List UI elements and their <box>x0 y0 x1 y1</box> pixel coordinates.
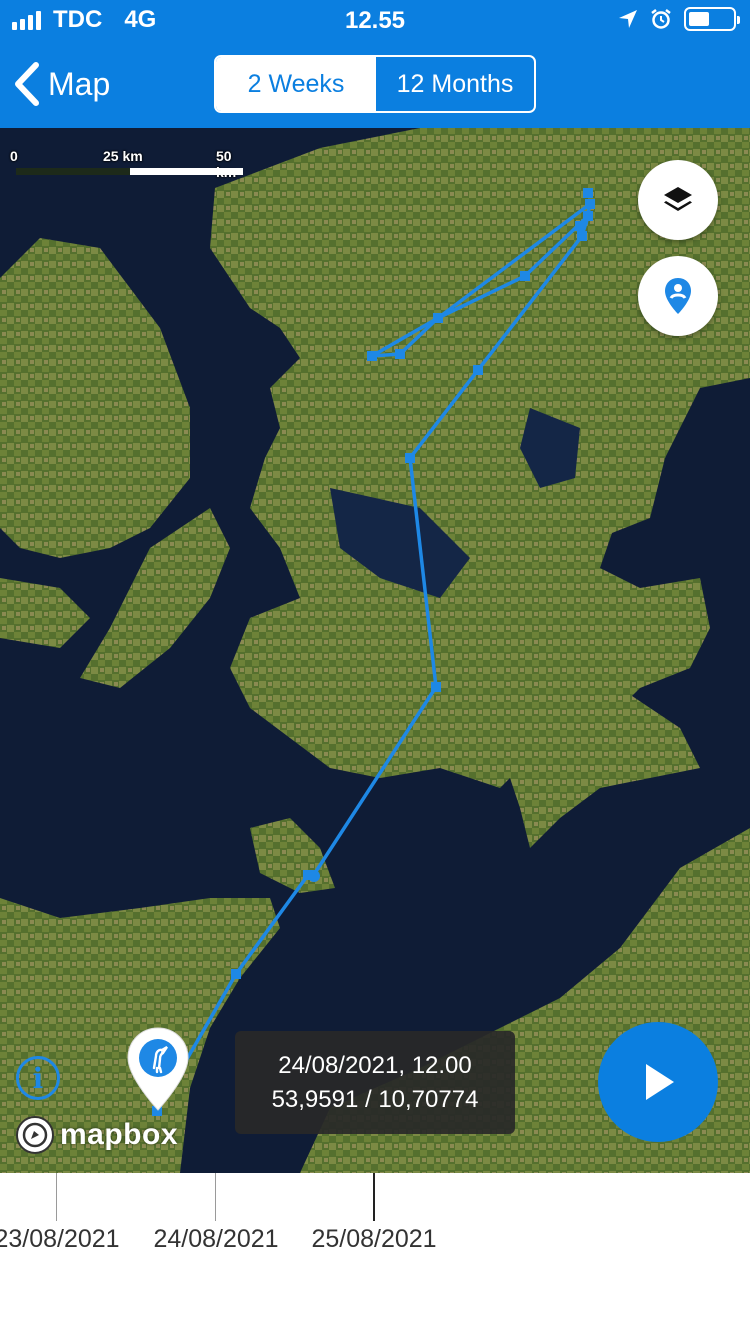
track-route <box>152 188 595 1116</box>
route-point[interactable] <box>520 271 530 281</box>
location-pin-icon <box>665 278 691 314</box>
route-point[interactable] <box>405 453 415 463</box>
tooltip-coordinates: 53,9591 / 10,70774 <box>271 1086 479 1113</box>
route-point[interactable] <box>473 365 483 375</box>
scale-bar-light <box>130 168 243 175</box>
scale-label-max: 50 km <box>216 148 236 180</box>
info-circle-icon: i <box>32 1061 44 1095</box>
alarm-clock-icon <box>651 9 671 29</box>
back-button[interactable]: Map <box>14 58 110 110</box>
chevron-left-icon <box>15 62 39 106</box>
route-point-selected[interactable] <box>308 870 320 882</box>
location-arrow-icon <box>619 10 637 28</box>
back-button-label: Map <box>48 65 111 102</box>
segment-2-weeks[interactable]: 2 Weeks <box>216 57 376 111</box>
scale-bar-dark <box>16 168 130 175</box>
play-icon <box>646 1064 674 1100</box>
route-point[interactable] <box>583 211 593 221</box>
segment-12-months[interactable]: 12 Months <box>376 57 534 111</box>
route-point[interactable] <box>583 188 593 198</box>
locate-bird-button[interactable] <box>638 256 718 336</box>
route-points <box>152 188 595 1116</box>
status-bar: TDC 4G 12.55 <box>0 0 750 40</box>
point-info-tooltip: 24/08/2021, 12.00 53,9591 / 10,70774 <box>235 1031 515 1134</box>
scale-bar: 0 25 km 50 km <box>10 148 252 180</box>
layers-icon <box>664 187 692 211</box>
timeline-date-2: 24/08/2021 <box>153 1225 279 1253</box>
scale-label-zero: 0 <box>10 148 18 164</box>
map-layers-button[interactable] <box>638 160 718 240</box>
route-point[interactable] <box>367 351 377 361</box>
route-point[interactable] <box>433 313 443 323</box>
timeline-date-1: 23/08/2021 <box>0 1225 120 1253</box>
mapbox-attribution[interactable]: mapbox <box>16 1116 178 1154</box>
route-point[interactable] <box>577 231 587 241</box>
info-button[interactable]: i <box>16 1056 60 1100</box>
app-screen: TDC 4G 12.55 Map 2 Weeks 12 Months 0 25 … <box>0 0 750 1334</box>
timeline-date-3: 25/08/2021 <box>311 1225 437 1253</box>
current-position-marker[interactable] <box>126 1026 190 1116</box>
timeline-scrubber[interactable]: 23/08/2021 24/08/2021 25/08/2021 <box>0 1173 750 1334</box>
top-bar: TDC 4G 12.55 Map 2 Weeks 12 Months <box>0 0 750 128</box>
map-view[interactable]: 0 25 km 50 km <box>0 128 750 1173</box>
mapbox-wordmark: mapbox <box>60 1118 179 1151</box>
route-point[interactable] <box>585 199 595 209</box>
route-point[interactable] <box>431 682 441 692</box>
route-point[interactable] <box>231 969 241 979</box>
scale-label-mid: 25 km <box>103 148 143 164</box>
tooltip-datetime: 24/08/2021, 12.00 <box>278 1052 472 1079</box>
timeline-tick <box>56 1173 57 1221</box>
timeline-current-indicator[interactable] <box>373 1173 375 1221</box>
timeline-tick <box>215 1173 216 1221</box>
mapbox-logo-icon <box>16 1116 54 1154</box>
route-point[interactable] <box>395 349 405 359</box>
marker-pin-icon <box>127 1027 189 1111</box>
play-button[interactable] <box>598 1022 718 1142</box>
period-segmented-control: 2 Weeks 12 Months <box>214 55 536 113</box>
battery-icon <box>684 7 740 31</box>
route-point[interactable] <box>575 221 585 231</box>
navigation-bar: Map 2 Weeks 12 Months <box>0 50 750 118</box>
